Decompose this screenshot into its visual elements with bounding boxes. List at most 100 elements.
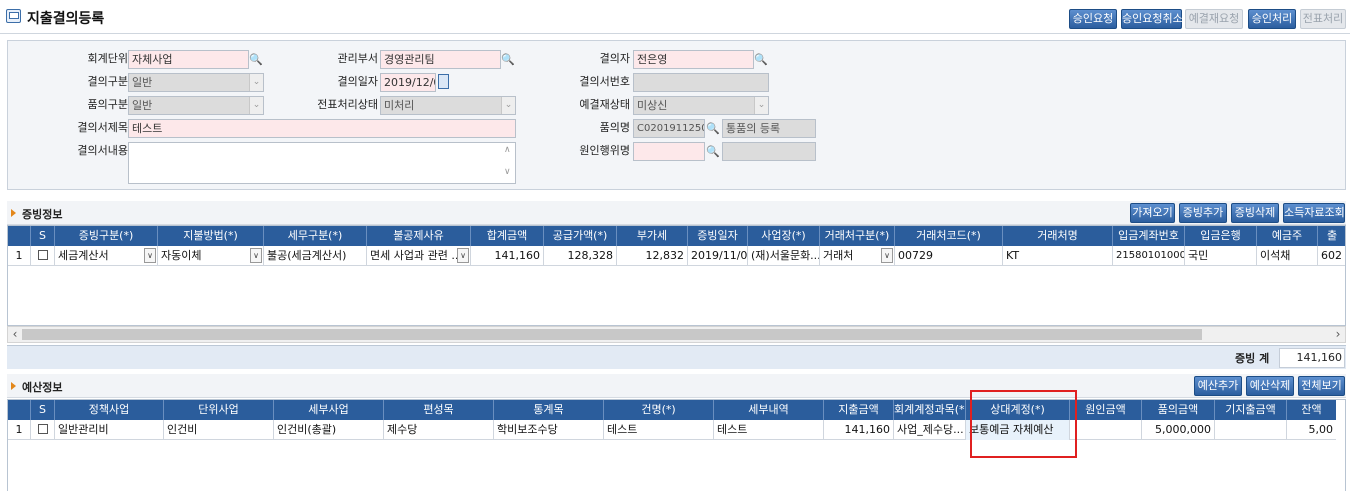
pre-approval-status-select[interactable]: 미상신 [633,96,769,115]
slip-status-select[interactable]: 미처리 [380,96,516,115]
col-supply-amount[interactable]: 공급가액(*) [544,226,617,246]
scrollbar-thumb[interactable] [22,329,1202,340]
cell-detail[interactable]: 테스트 [714,420,824,440]
pre-approval-request-button[interactable]: 예결재요청 [1185,9,1243,29]
col-account-subject[interactable]: 회계계정과목(*) [894,400,966,420]
cell-balance[interactable]: 5,00 [1287,420,1336,440]
table-row[interactable]: 1 일반관리비 인건비 인건비(총괄) 제수당 학비보조수당 테스트 테스트 1… [8,420,1336,440]
cell-deposit-bank[interactable]: 국민 [1185,246,1257,266]
col-select[interactable]: S [31,400,55,420]
col-policy-project[interactable]: 정책사업 [55,400,164,420]
col-deposit-account[interactable]: 입금계좌번호 [1113,226,1185,246]
cell-evidence-date[interactable]: 2019/11/07 [688,246,748,266]
col-subject[interactable]: 건명(*) [604,400,714,420]
resolution-title-field[interactable]: 테스트 [128,119,516,138]
col-request-amount[interactable]: 품의금액 [1142,400,1215,420]
mgmt-dept-field[interactable]: 경영관리팀 [380,50,501,69]
request-name-search-icon[interactable]: 🔍 [706,119,720,138]
col-balance[interactable]: 잔액 [1287,400,1336,420]
resolution-type-select[interactable]: 일반 [128,73,264,92]
cell-request-amount[interactable]: 5,000,000 [1142,420,1215,440]
cell-detail-project[interactable]: 인건비(총괄) [274,420,384,440]
cell-budget-item[interactable]: 제수당 [384,420,494,440]
cell-truncated[interactable]: 602 [1318,246,1345,266]
row-checkbox[interactable] [31,246,55,266]
approval-request-button[interactable]: 승인요청 [1069,9,1117,29]
add-evidence-button[interactable]: 증빙추가 [1179,203,1227,223]
evidence-horizontal-scrollbar[interactable]: ‹ › [7,326,1346,343]
resolver-field[interactable]: 전은영 [633,50,754,69]
col-cause-amount[interactable]: 원인금액 [1070,400,1142,420]
col-spent-amount[interactable]: 기지출금액 [1215,400,1287,420]
approval-process-button[interactable]: 승인처리 [1248,9,1296,29]
resolution-content-textarea[interactable] [128,142,516,184]
cell-spent-amount[interactable] [1215,420,1287,440]
accounting-unit-field[interactable]: 자체사업 [128,50,249,69]
scroll-down-icon[interactable]: ∨ [504,167,511,177]
view-all-button[interactable]: 전체보기 [1298,376,1345,396]
col-budget-item[interactable]: 편성목 [384,400,494,420]
col-select[interactable]: S [31,226,55,246]
cell-deposit-account[interactable]: 21580101000510 [1113,246,1185,266]
col-evidence-type[interactable]: 증빙구분(*) [55,226,158,246]
request-type-select[interactable]: 일반 [128,96,264,115]
chevron-down-icon[interactable]: ⌄ [754,97,768,114]
scroll-left-icon[interactable]: ‹ [8,327,22,342]
cell-policy-project[interactable]: 일반관리비 [55,420,164,440]
delete-budget-button[interactable]: 예산삭제 [1246,376,1294,396]
col-expense-amount[interactable]: 지출금액 [824,400,894,420]
col-unit-project[interactable]: 단위사업 [164,400,274,420]
cell-business-site[interactable]: (재)서울문화... [748,246,820,266]
col-total-amount[interactable]: 합계금액 [471,226,544,246]
cell-account-subject[interactable]: 사업_제수당... [894,420,966,440]
calendar-icon[interactable] [438,74,449,89]
slip-process-button[interactable]: 전표처리 [1300,9,1346,29]
cell-account-holder[interactable]: 이석채 [1257,246,1318,266]
col-vendor-type[interactable]: 거래처구분(*) [820,226,895,246]
table-row[interactable]: 1 세금계산서 ∨ 자동이체 ∨ 불공(세금계산서) 면세 사업과 관련 ... ∨ … [8,246,1345,266]
col-detail-project[interactable]: 세부사업 [274,400,384,420]
add-budget-button[interactable]: 예산추가 [1194,376,1242,396]
delete-evidence-button[interactable]: 증빙삭제 [1231,203,1279,223]
cell-cause-amount[interactable] [1070,420,1142,440]
cell-statistic-item[interactable]: 학비보조수당 [494,420,604,440]
cell-expense-amount[interactable]: 141,160 [824,420,894,440]
col-account-holder[interactable]: 예금주 [1257,226,1318,246]
row-checkbox[interactable] [31,420,55,440]
chevron-down-icon[interactable]: ∨ [250,248,262,263]
cell-non-deduction-reason[interactable]: 면세 사업과 관련 ... ∨ [367,246,471,266]
col-vat[interactable]: 부가세 [617,226,688,246]
chevron-down-icon[interactable]: ∨ [457,248,469,263]
cell-supply-amount[interactable]: 128,328 [544,246,617,266]
col-vendor-name[interactable]: 거래처명 [1003,226,1113,246]
import-button[interactable]: 가져오기 [1130,203,1175,223]
approval-request-cancel-button[interactable]: 승인요청취소 [1121,9,1183,29]
col-business-site[interactable]: 사업장(*) [748,226,820,246]
cell-vendor-type[interactable]: 거래처 ∨ [820,246,895,266]
chevron-down-icon[interactable]: ∨ [881,248,893,263]
resolution-date-field[interactable]: 2019/12/06 [380,73,436,92]
cell-total-amount[interactable]: 141,160 [471,246,544,266]
cause-act-search-icon[interactable]: 🔍 [706,142,720,161]
chevron-down-icon[interactable]: ∨ [144,248,156,263]
cause-act-field[interactable] [633,142,705,161]
col-statistic-item[interactable]: 통계목 [494,400,604,420]
cell-subject[interactable]: 테스트 [604,420,714,440]
cell-vat[interactable]: 12,832 [617,246,688,266]
col-deposit-bank[interactable]: 입금은행 [1185,226,1257,246]
col-evidence-date[interactable]: 증빙일자 [688,226,748,246]
col-non-deduction-reason[interactable]: 불공제사유 [367,226,471,246]
income-data-query-button[interactable]: 소득자료조회 [1283,203,1345,223]
col-detail[interactable]: 세부내역 [714,400,824,420]
cell-tax-type[interactable]: 불공(세금계산서) [264,246,367,266]
cell-unit-project[interactable]: 인건비 [164,420,274,440]
col-payment-method[interactable]: 지불방법(*) [158,226,264,246]
scroll-right-icon[interactable]: › [1331,327,1345,342]
cell-evidence-type[interactable]: 세금계산서 ∨ [55,246,158,266]
col-vendor-code[interactable]: 거래처코드(*) [895,226,1003,246]
resolver-search-icon[interactable]: 🔍 [754,50,768,69]
cell-vendor-code[interactable]: 00729 [895,246,1003,266]
col-tax-type[interactable]: 세무구분(*) [264,226,367,246]
cell-vendor-name[interactable]: KT [1003,246,1113,266]
col-truncated[interactable]: 출 [1318,226,1345,246]
